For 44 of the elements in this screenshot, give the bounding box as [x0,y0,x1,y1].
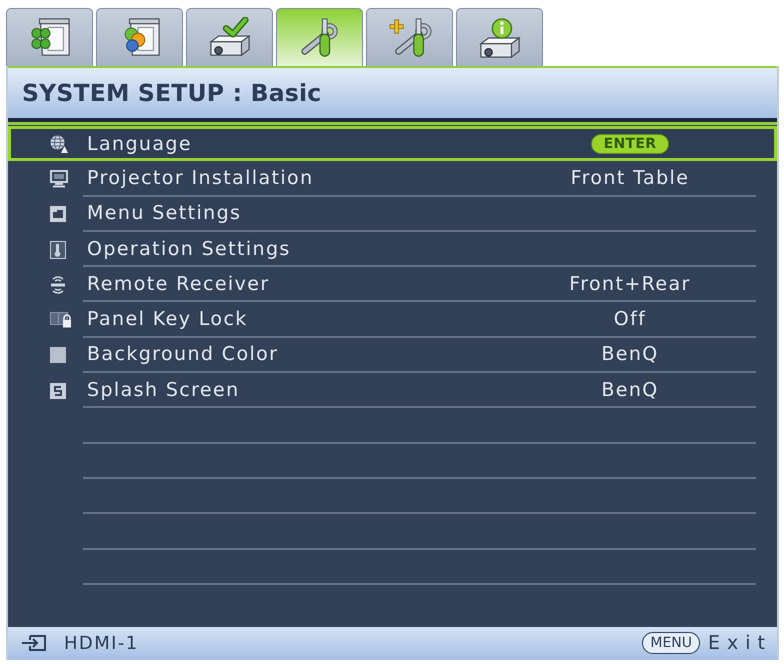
setting-value: Front+Rear [569,272,691,295]
menu-tab[interactable] [456,8,543,66]
keypad-lock-icon [50,312,72,328]
enter-badge: ENTER [590,134,670,154]
projector-info-icon [476,16,522,58]
menu-row[interactable]: Menu Settings [8,196,777,232]
menu-row[interactable]: Panel Key Lock Off [8,302,777,338]
input-source-icon [22,635,46,652]
menu-row[interactable]: Projector Installation Front Table [8,161,777,197]
input-source-label: HDMI-1 [64,632,139,654]
swatch-icon [50,347,66,364]
menu-key: MENU [642,632,700,654]
wrench-screwdriver-plus-icon [386,16,432,58]
menu-tab[interactable] [6,8,93,66]
menu-item-label: Splash Screen [86,378,241,401]
menu-tab[interactable] [366,8,453,66]
projector-check-icon [206,16,252,58]
receiver-icon [50,274,66,295]
menu-tab[interactable] [96,8,183,66]
menu-item-label: Remote Receiver [86,272,271,295]
menu-row[interactable]: Remote Receiver Front+Rear [8,267,777,302]
menu-item-label: Operation Settings [86,238,292,260]
menu-title: SYSTEM SETUP : Basic [22,79,322,107]
menu-item-label: Language [86,132,193,155]
menu-item-label: Menu Settings [86,202,242,224]
menu-tab[interactable] [276,8,363,66]
menu-row[interactable]: Splash Screen BenQ [8,373,777,408]
exit-label: Exit [708,632,772,654]
menu-item-label: Panel Key Lock [86,308,249,330]
monitor-icon [50,170,68,188]
menu-row[interactable]: Background Color BenQ [8,338,777,374]
setting-value: Off [614,308,646,330]
folder-icon [50,206,66,222]
splash-screen-icon [50,382,66,399]
menu-item-label: Projector Installation [86,166,315,189]
menu-row[interactable]: Operation Settings [8,232,777,268]
menu-tab[interactable] [186,8,273,66]
menu-row[interactable]: Language ENTER [8,126,777,162]
menu-item-label: Background Color [86,343,280,366]
thermometer-icon [50,240,66,259]
globe-icon [50,134,68,153]
setting-value: BenQ [601,378,659,401]
setting-value: Front Table [570,166,690,189]
setting-value: BenQ [601,343,659,366]
